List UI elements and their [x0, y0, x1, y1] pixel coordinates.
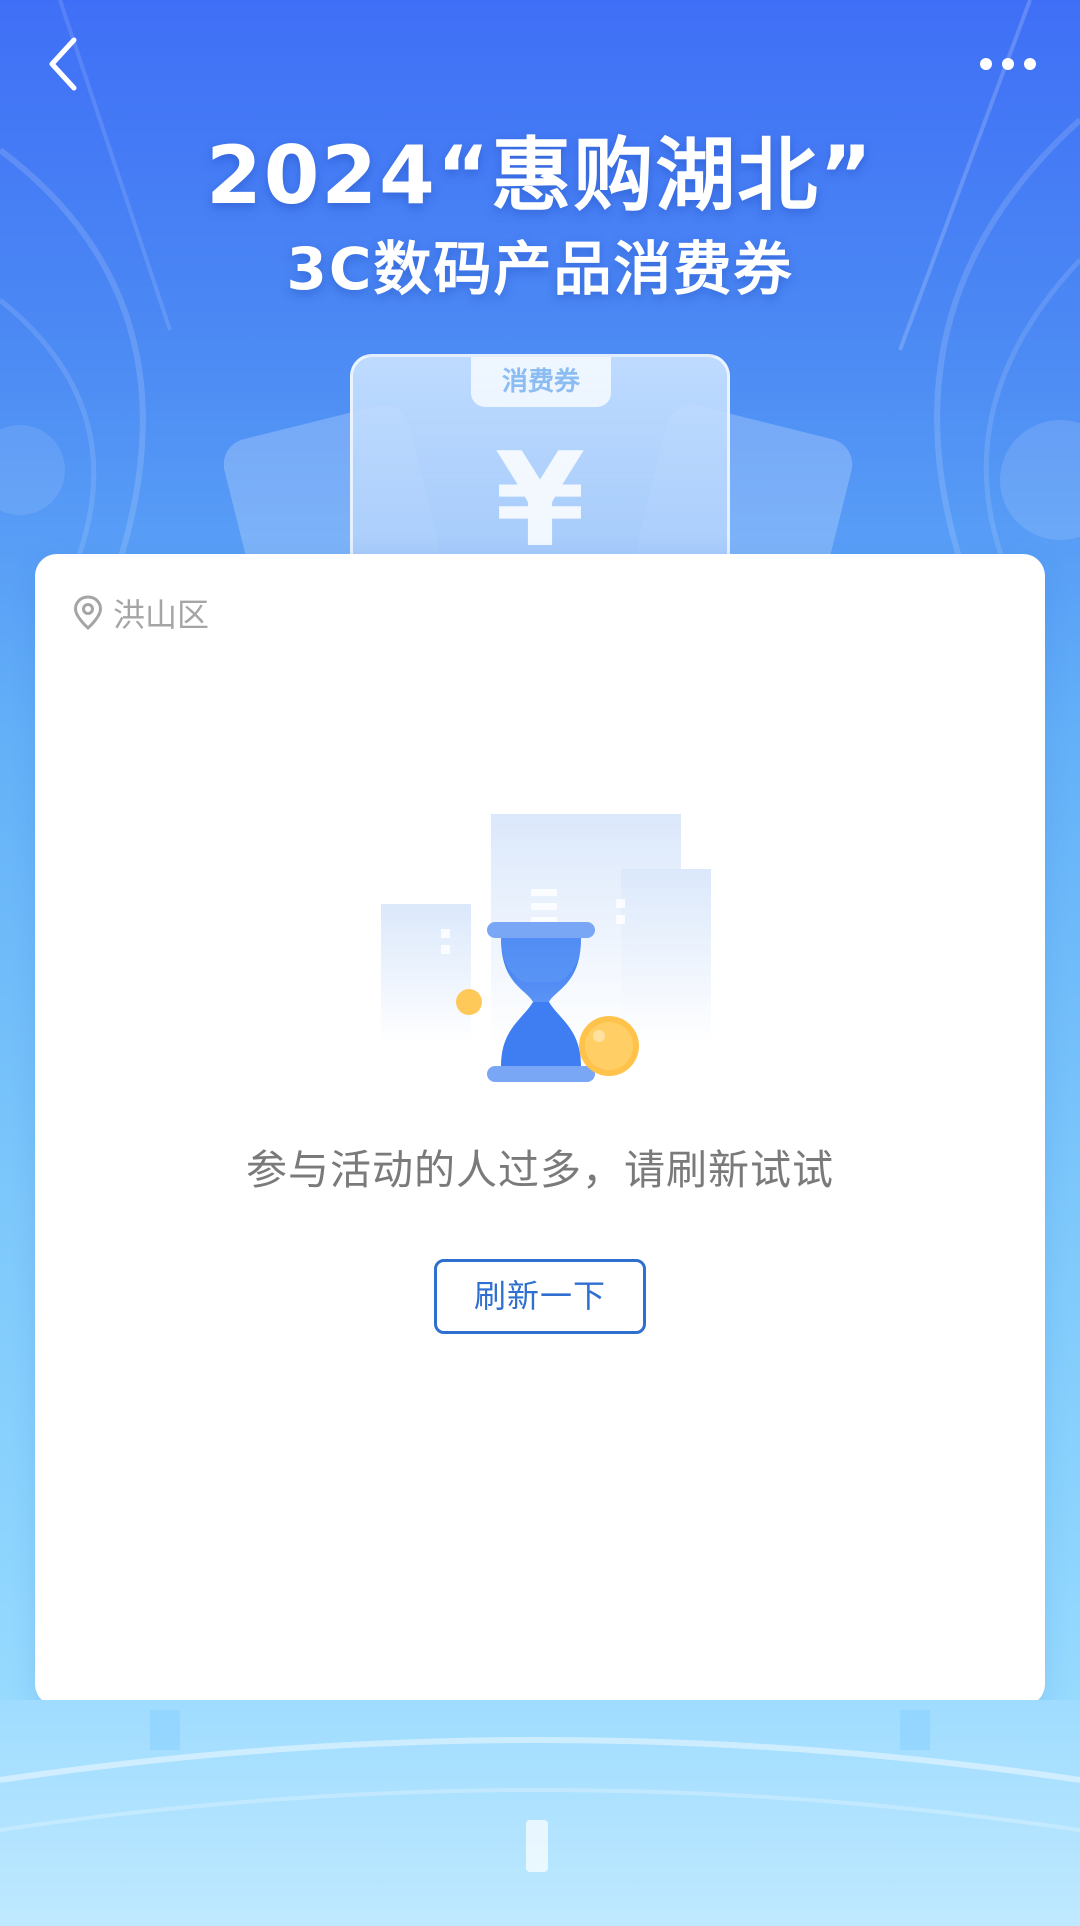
status-message: 参与活动的人过多，请刷新试试 — [246, 1146, 834, 1194]
location-pin-icon — [73, 595, 103, 630]
yen-symbol: ¥ — [494, 424, 586, 576]
location-text: 洪山区 — [113, 596, 210, 634]
banner-title-line2: 3C数码产品消费券 — [286, 235, 794, 303]
road-decoration — [0, 1700, 1080, 1926]
more-button[interactable] — [976, 44, 1040, 84]
hourglass-icon — [381, 814, 711, 1082]
more-horizontal-icon — [980, 58, 1036, 70]
location-label[interactable]: 洪山区 — [73, 592, 209, 634]
voucher-tag: 消费券 — [471, 357, 611, 407]
refresh-button[interactable]: 刷新一下 — [434, 1259, 646, 1334]
main-card: 洪山区 参与活动的人过多，请刷新试试 刷新一下 — [35, 554, 1045, 1706]
chevron-left-icon — [49, 37, 77, 91]
back-button[interactable] — [40, 32, 96, 96]
banner-title-line1: 2024“惠购湖北” — [206, 129, 874, 222]
banner-title: 2024“惠购湖北” 3C数码产品消费券 — [0, 128, 1080, 306]
